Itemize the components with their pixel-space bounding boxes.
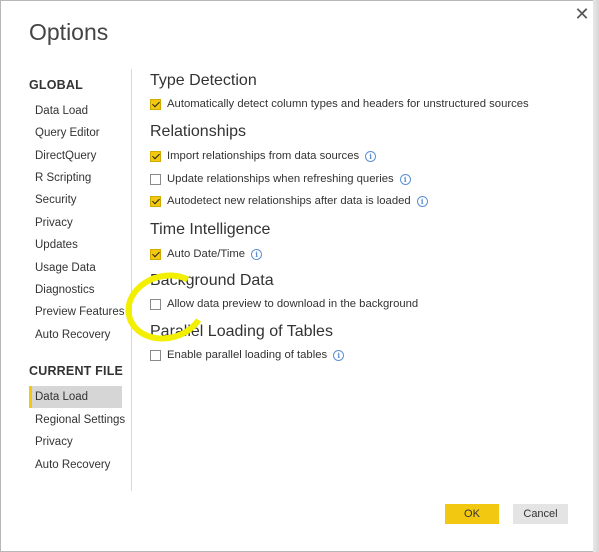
sidebar-item-global-privacy[interactable]: Privacy: [29, 212, 122, 234]
checkbox[interactable]: [150, 173, 161, 185]
option-import-relationships[interactable]: Import relationships from data sources i: [150, 148, 377, 164]
option-label: Auto Date/Time: [167, 248, 246, 260]
info-icon[interactable]: i: [416, 195, 428, 207]
sidebar-item-regional-settings[interactable]: Regional Settings: [29, 409, 125, 431]
option-parallel-loading[interactable]: Enable parallel loading of tables i: [150, 347, 345, 363]
cancel-button[interactable]: Cancel: [513, 504, 568, 524]
checkbox[interactable]: [150, 150, 161, 162]
type-detection-heading: Type Detection: [150, 72, 257, 89]
option-label: Update relationships when refreshing que…: [167, 173, 394, 185]
checkbox[interactable]: [150, 195, 161, 207]
sidebar-item-updates[interactable]: Updates: [29, 234, 122, 256]
window-edge: [593, 0, 599, 552]
time-intelligence-heading: Time Intelligence: [150, 221, 271, 238]
sidebar-item-preview-features[interactable]: Preview Features: [29, 301, 124, 323]
sidebar-item-usage-data[interactable]: Usage Data: [29, 257, 122, 279]
option-label: Import relationships from data sources: [167, 150, 360, 162]
info-icon[interactable]: i: [251, 248, 263, 260]
info-icon[interactable]: i: [399, 173, 411, 185]
sidebar-item-current-privacy[interactable]: Privacy: [29, 431, 122, 453]
sidebar-item-current-data-load[interactable]: Data Load: [29, 386, 122, 408]
option-label: Enable parallel loading of tables: [167, 349, 328, 361]
checkbox[interactable]: [150, 248, 161, 260]
sidebar-item-diagnostics[interactable]: Diagnostics: [29, 279, 122, 301]
option-auto-date-time[interactable]: Auto Date/Time i: [150, 246, 263, 262]
sidebar-item-global-auto-recovery[interactable]: Auto Recovery: [29, 324, 122, 346]
sidebar-item-directquery[interactable]: DirectQuery: [29, 145, 122, 167]
option-label: Automatically detect column types and he…: [167, 98, 529, 110]
option-autodetect-relationships[interactable]: Autodetect new relationships after data …: [150, 193, 428, 209]
options-dialog: Options ✕ GLOBAL Data Load Query Editor …: [0, 0, 599, 552]
sidebar-divider: [131, 69, 132, 491]
relationships-heading: Relationships: [150, 123, 247, 140]
option-type-detection[interactable]: Automatically detect column types and he…: [150, 96, 529, 112]
ok-button[interactable]: OK: [445, 504, 499, 524]
info-icon[interactable]: i: [333, 349, 345, 361]
sidebar-item-security[interactable]: Security: [29, 189, 122, 211]
global-header: GLOBAL: [29, 78, 83, 92]
sidebar-item-r-scripting[interactable]: R Scripting: [29, 167, 122, 189]
dialog-title: Options: [29, 19, 109, 45]
info-icon[interactable]: i: [365, 150, 377, 162]
close-icon[interactable]: ✕: [573, 5, 591, 23]
sidebar-item-query-editor[interactable]: Query Editor: [29, 122, 122, 144]
current-file-header: CURRENT FILE: [29, 364, 124, 378]
sidebar-item-global-data-load[interactable]: Data Load: [29, 100, 122, 122]
sidebar-item-current-auto-recovery[interactable]: Auto Recovery: [29, 454, 122, 476]
checkbox[interactable]: [150, 349, 161, 361]
option-update-relationships[interactable]: Update relationships when refreshing que…: [150, 171, 411, 187]
checkbox[interactable]: [150, 98, 161, 110]
option-label: Autodetect new relationships after data …: [167, 195, 411, 207]
